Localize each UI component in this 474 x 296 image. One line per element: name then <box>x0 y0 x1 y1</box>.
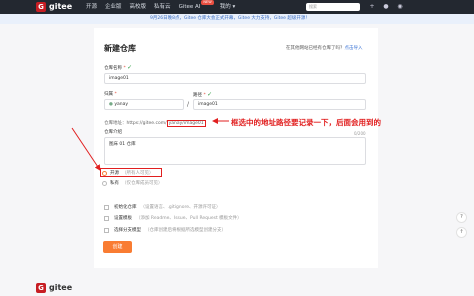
required-mark: * <box>114 92 117 97</box>
owner-avatar-icon: ● <box>109 102 113 107</box>
radio-open[interactable]: 开源 （所有人可见） <box>102 170 154 176</box>
main-nav: 开源 企业版 高校版 私有云 Gitee AI NEW 我的 ▾ <box>86 0 243 11</box>
required-mark: * <box>203 93 206 98</box>
nav-item-private-cloud[interactable]: 私有云 <box>154 3 171 11</box>
set-template-hint: （添加 Readme、Issue、Pull Request 模板文件） <box>136 216 242 221</box>
owner-label: 归属 * <box>104 91 117 97</box>
init-repo-checkbox[interactable] <box>104 204 109 210</box>
footer-logo[interactable]: G gitee <box>36 283 72 293</box>
init-repo-label: 初始化仓库 <box>114 205 137 210</box>
plus-icon[interactable]: + <box>368 3 376 11</box>
path-input[interactable]: image01 <box>193 99 366 110</box>
desc-counter: 0/200 <box>354 131 366 136</box>
path-separator: / <box>187 101 190 108</box>
nav-item-education[interactable]: 高校版 <box>130 3 147 11</box>
bell-icon[interactable]: ● <box>382 3 390 11</box>
nav-item-mine[interactable]: 我的 ▾ <box>220 3 236 11</box>
owner-value: yanay <box>114 102 129 107</box>
page-title: 新建仓库 <box>104 44 136 53</box>
radio-private[interactable]: 私有 （仅仓库成员可见） <box>102 180 163 186</box>
repo-name-label-text: 仓库名称 <box>104 66 122 71</box>
radio-open-label: 开源 <box>110 171 119 176</box>
gitee-logo[interactable]: G gitee <box>36 2 72 12</box>
init-repo-hint: （设置语言、.gitignore、开源许可证） <box>140 205 221 210</box>
top-navbar: G gitee 开源 企业版 高校版 私有云 Gitee AI NEW 我的 ▾… <box>0 0 474 14</box>
scroll-up-icon[interactable]: ↑ <box>456 227 467 238</box>
radio-private-hint: （仅仓库成员可见） <box>122 181 163 186</box>
repo-url-path-highlight: yanay/image01 <box>166 120 206 127</box>
path-label: 路径 * ✓ <box>193 91 212 98</box>
radio-private-indicator[interactable] <box>102 180 107 186</box>
branch-model-checkbox[interactable] <box>104 227 109 233</box>
footer-logo-icon: G <box>36 283 46 293</box>
branch-model-hint: （仓库创建后将根据所选模型创建分支） <box>145 228 226 233</box>
gitee-logo-text: gitee <box>49 2 73 11</box>
annotation-text: 框选中的地址路径要记录一下，后面会用到的 <box>231 118 381 127</box>
import-link[interactable]: 点击导入 <box>345 46 363 51</box>
search-input[interactable]: 搜索 <box>306 3 360 11</box>
required-mark: * <box>123 66 126 71</box>
import-prompt-text: 在其他网站已经有仓库了吗？ <box>286 46 345 51</box>
nav-item-opensource[interactable]: 开源 <box>86 3 97 11</box>
create-button[interactable]: 创建 <box>103 241 132 253</box>
radio-open-hint: （所有人可见） <box>122 171 154 176</box>
gitee-logo-icon: G <box>36 2 46 12</box>
repo-name-input[interactable]: image01 <box>104 73 366 84</box>
radio-private-label: 私有 <box>110 181 119 186</box>
repo-name-label: 仓库名称 * ✓ <box>104 64 132 71</box>
check-icon: ✓ <box>207 91 213 98</box>
desc-label: 仓库介绍 <box>104 130 122 135</box>
avatar[interactable]: ◉ <box>396 3 404 11</box>
set-template-checkbox[interactable] <box>104 215 109 221</box>
desc-textarea[interactable]: 图床 01 仓库 <box>104 137 366 165</box>
path-label-text: 路径 <box>193 93 202 98</box>
branch-model-label: 选择分支模型 <box>114 228 141 233</box>
check-icon: ✓ <box>127 64 133 71</box>
repo-url-prefix: 仓库地址：https://gitee.com/ <box>104 121 167 126</box>
set-template-label: 设置模板 <box>114 216 132 221</box>
branch-model-option[interactable]: 选择分支模型 （仓库创建后将根据所选模型创建分支） <box>104 227 226 233</box>
new-badge: NEW <box>201 0 214 5</box>
import-prompt: 在其他网站已经有仓库了吗？点击导入 <box>286 45 363 51</box>
owner-label-text: 归属 <box>104 92 113 97</box>
init-repo-option[interactable]: 初始化仓库 （设置语言、.gitignore、开源许可证） <box>104 204 221 210</box>
footer-logo-text: gitee <box>49 283 73 292</box>
repo-url: 仓库地址：https://gitee.com/yanay/image01 <box>104 120 206 127</box>
help-icon[interactable]: ? <box>456 212 467 223</box>
set-template-option[interactable]: 设置模板 （添加 Readme、Issue、Pull Request 模板文件） <box>104 215 242 221</box>
nav-item-enterprise[interactable]: 企业版 <box>105 3 122 11</box>
nav-item-gitee-ai[interactable]: Gitee AI <box>179 3 201 11</box>
notice-text[interactable]: 9月26日晚8点，Gitee 仓库大会正式开幕，Gitee 大力支持，Gitee… <box>150 15 310 23</box>
radio-open-indicator[interactable] <box>102 170 107 176</box>
notice-bar: 9月26日晚8点，Gitee 仓库大会正式开幕，Gitee 大力支持，Gitee… <box>0 14 474 24</box>
owner-select[interactable]: ● yanay <box>104 99 184 110</box>
